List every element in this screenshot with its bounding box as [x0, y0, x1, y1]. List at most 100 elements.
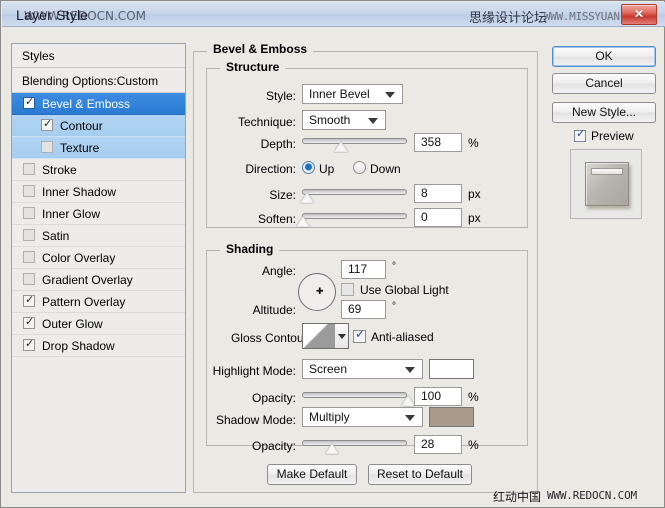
style-list-item[interactable]: Gradient Overlay	[12, 269, 185, 291]
check-icon: ✓	[355, 327, 366, 341]
reset-default-button[interactable]: Reset to Default	[368, 464, 472, 485]
chevron-down-icon	[338, 334, 346, 339]
styles-panel: Styles Blending Options:Custom ✓ Bevel & …	[11, 43, 186, 493]
gloss-contour-dropdown[interactable]	[335, 323, 349, 349]
depth-slider[interactable]	[302, 138, 407, 152]
size-slider-thumb[interactable]	[300, 192, 315, 203]
style-select[interactable]: Inner Bevel	[302, 84, 403, 104]
style-item-label: Bevel & Emboss	[42, 97, 131, 111]
gloss-contour-swatch[interactable]	[302, 323, 336, 349]
shadow-opacity-thumb[interactable]	[325, 443, 340, 454]
style-item-checkbox[interactable]: ✓	[23, 316, 35, 329]
style-list-item[interactable]: Texture	[12, 137, 185, 159]
highlight-opacity-slider[interactable]	[302, 392, 415, 406]
technique-select-value: Smooth	[309, 113, 351, 127]
soften-slider[interactable]	[296, 213, 407, 227]
preview-checkbox[interactable]: ✓	[574, 128, 586, 142]
cancel-button[interactable]: Cancel	[552, 73, 656, 94]
angle-dial[interactable]: ✚	[298, 273, 336, 311]
style-item-checkbox[interactable]	[23, 273, 35, 285]
use-global-light-checkbox[interactable]	[341, 283, 354, 296]
highlight-color-swatch[interactable]	[429, 359, 474, 379]
check-icon: ✓	[576, 128, 586, 140]
check-icon: ✓	[43, 118, 53, 130]
depth-slider-thumb[interactable]	[333, 141, 348, 152]
highlight-mode-select[interactable]: Screen	[302, 359, 423, 379]
style-item-checkbox[interactable]	[23, 251, 35, 263]
style-item-label: Color Overlay	[42, 251, 116, 265]
style-item-checkbox[interactable]	[23, 229, 35, 241]
direction-up-label: Up	[319, 162, 335, 176]
soften-unit: px	[468, 211, 481, 225]
style-select-value: Inner Bevel	[309, 87, 370, 101]
anti-aliased-label: Anti-aliased	[371, 330, 434, 344]
style-list-item[interactable]: Stroke	[12, 159, 185, 181]
make-default-button[interactable]: Make Default	[267, 464, 357, 485]
soften-slider-thumb[interactable]	[296, 216, 310, 227]
window-title: Layer Style	[16, 7, 89, 23]
chevron-down-icon	[385, 92, 395, 98]
style-item-checkbox[interactable]: ✓	[23, 96, 35, 109]
style-item-checkbox[interactable]: ✓	[23, 338, 35, 351]
shadow-mode-select[interactable]: Multiply	[302, 407, 423, 427]
style-effects-list: ✓ Bevel & Emboss ✓ Contour Texture Stroke Inne…	[12, 93, 185, 357]
close-button[interactable]: ✕	[621, 4, 657, 25]
preview-thumbnail	[570, 149, 642, 219]
use-global-light-label: Use Global Light	[360, 283, 449, 297]
watermark-top-cn: 思缘设计论坛	[468, 11, 547, 26]
style-list-item[interactable]: ✓ Drop Shadow	[12, 335, 185, 357]
style-item-label: Inner Glow	[42, 207, 101, 221]
style-item-label: Texture	[60, 141, 100, 155]
size-slider[interactable]	[300, 189, 407, 203]
direction-down-radio[interactable]	[353, 161, 366, 174]
style-item-checkbox[interactable]: ✓	[41, 118, 53, 131]
check-icon: ✓	[25, 338, 35, 350]
style-list-item[interactable]: Satin	[12, 225, 185, 247]
ok-button[interactable]: OK	[552, 46, 656, 67]
style-item-checkbox[interactable]	[23, 185, 35, 197]
gloss-contour-label: Gloss Contour:	[230, 331, 311, 345]
new-style-button[interactable]: New Style...	[552, 102, 656, 123]
highlight-opacity-label: Opacity:	[251, 391, 296, 405]
chevron-down-icon	[368, 118, 378, 124]
layer-style-dialog: WWW.REDOCN.COM Layer Style 思缘设计论坛 WWW.MI…	[0, 0, 665, 508]
style-list-item[interactable]: ✓ Contour	[12, 115, 185, 137]
style-item-checkbox[interactable]: ✓	[23, 294, 35, 307]
size-input[interactable]: 8	[414, 184, 462, 203]
style-list-item[interactable]: ✓ Bevel & Emboss	[12, 93, 185, 115]
style-list-item[interactable]: Inner Glow	[12, 203, 185, 225]
preview-label: Preview	[591, 129, 634, 143]
angle-label: Angle:	[261, 264, 296, 278]
style-item-checkbox[interactable]	[41, 141, 53, 153]
highlight-mode-value: Screen	[309, 362, 348, 376]
shadow-color-swatch[interactable]	[429, 407, 474, 427]
style-list-item[interactable]: Color Overlay	[12, 247, 185, 269]
technique-select[interactable]: Smooth	[302, 110, 386, 130]
angle-input[interactable]: 117	[341, 260, 386, 279]
style-list-item[interactable]: ✓ Pattern Overlay	[12, 291, 185, 313]
technique-label: Technique:	[237, 115, 296, 129]
style-item-label: Outer Glow	[42, 317, 103, 331]
soften-label: Soften:	[257, 212, 296, 226]
soften-input[interactable]: 0	[414, 208, 462, 227]
shadow-mode-label: Shadow Mode:	[215, 413, 296, 427]
highlight-opacity-input[interactable]: 100	[414, 387, 462, 406]
style-list-item[interactable]: Inner Shadow	[12, 181, 185, 203]
direction-up-radio[interactable]	[302, 161, 315, 174]
watermark-bottom-cn: 红动中国	[493, 490, 542, 504]
shadow-opacity-slider[interactable]	[302, 440, 407, 454]
style-item-checkbox[interactable]	[23, 163, 35, 175]
title-bar[interactable]: WWW.REDOCN.COM Layer Style 思缘设计论坛 WWW.MI…	[2, 2, 665, 27]
shadow-opacity-label: Opacity:	[251, 439, 296, 453]
watermark-bottom-en: WWW.REDOCN.COM	[547, 489, 637, 502]
altitude-input[interactable]: 69	[341, 300, 386, 319]
style-list-item[interactable]: ✓ Outer Glow	[12, 313, 185, 335]
style-item-checkbox[interactable]	[23, 207, 35, 219]
depth-input[interactable]: 358	[414, 133, 462, 152]
blending-options-row[interactable]: Blending Options:Custom	[12, 68, 185, 93]
preview-thumbnail-shape	[585, 162, 629, 206]
anti-aliased-checkbox[interactable]: ✓	[353, 327, 366, 343]
depth-unit: %	[468, 136, 479, 150]
highlight-opacity-thumb[interactable]	[401, 395, 415, 406]
shadow-opacity-input[interactable]: 28	[414, 435, 462, 454]
